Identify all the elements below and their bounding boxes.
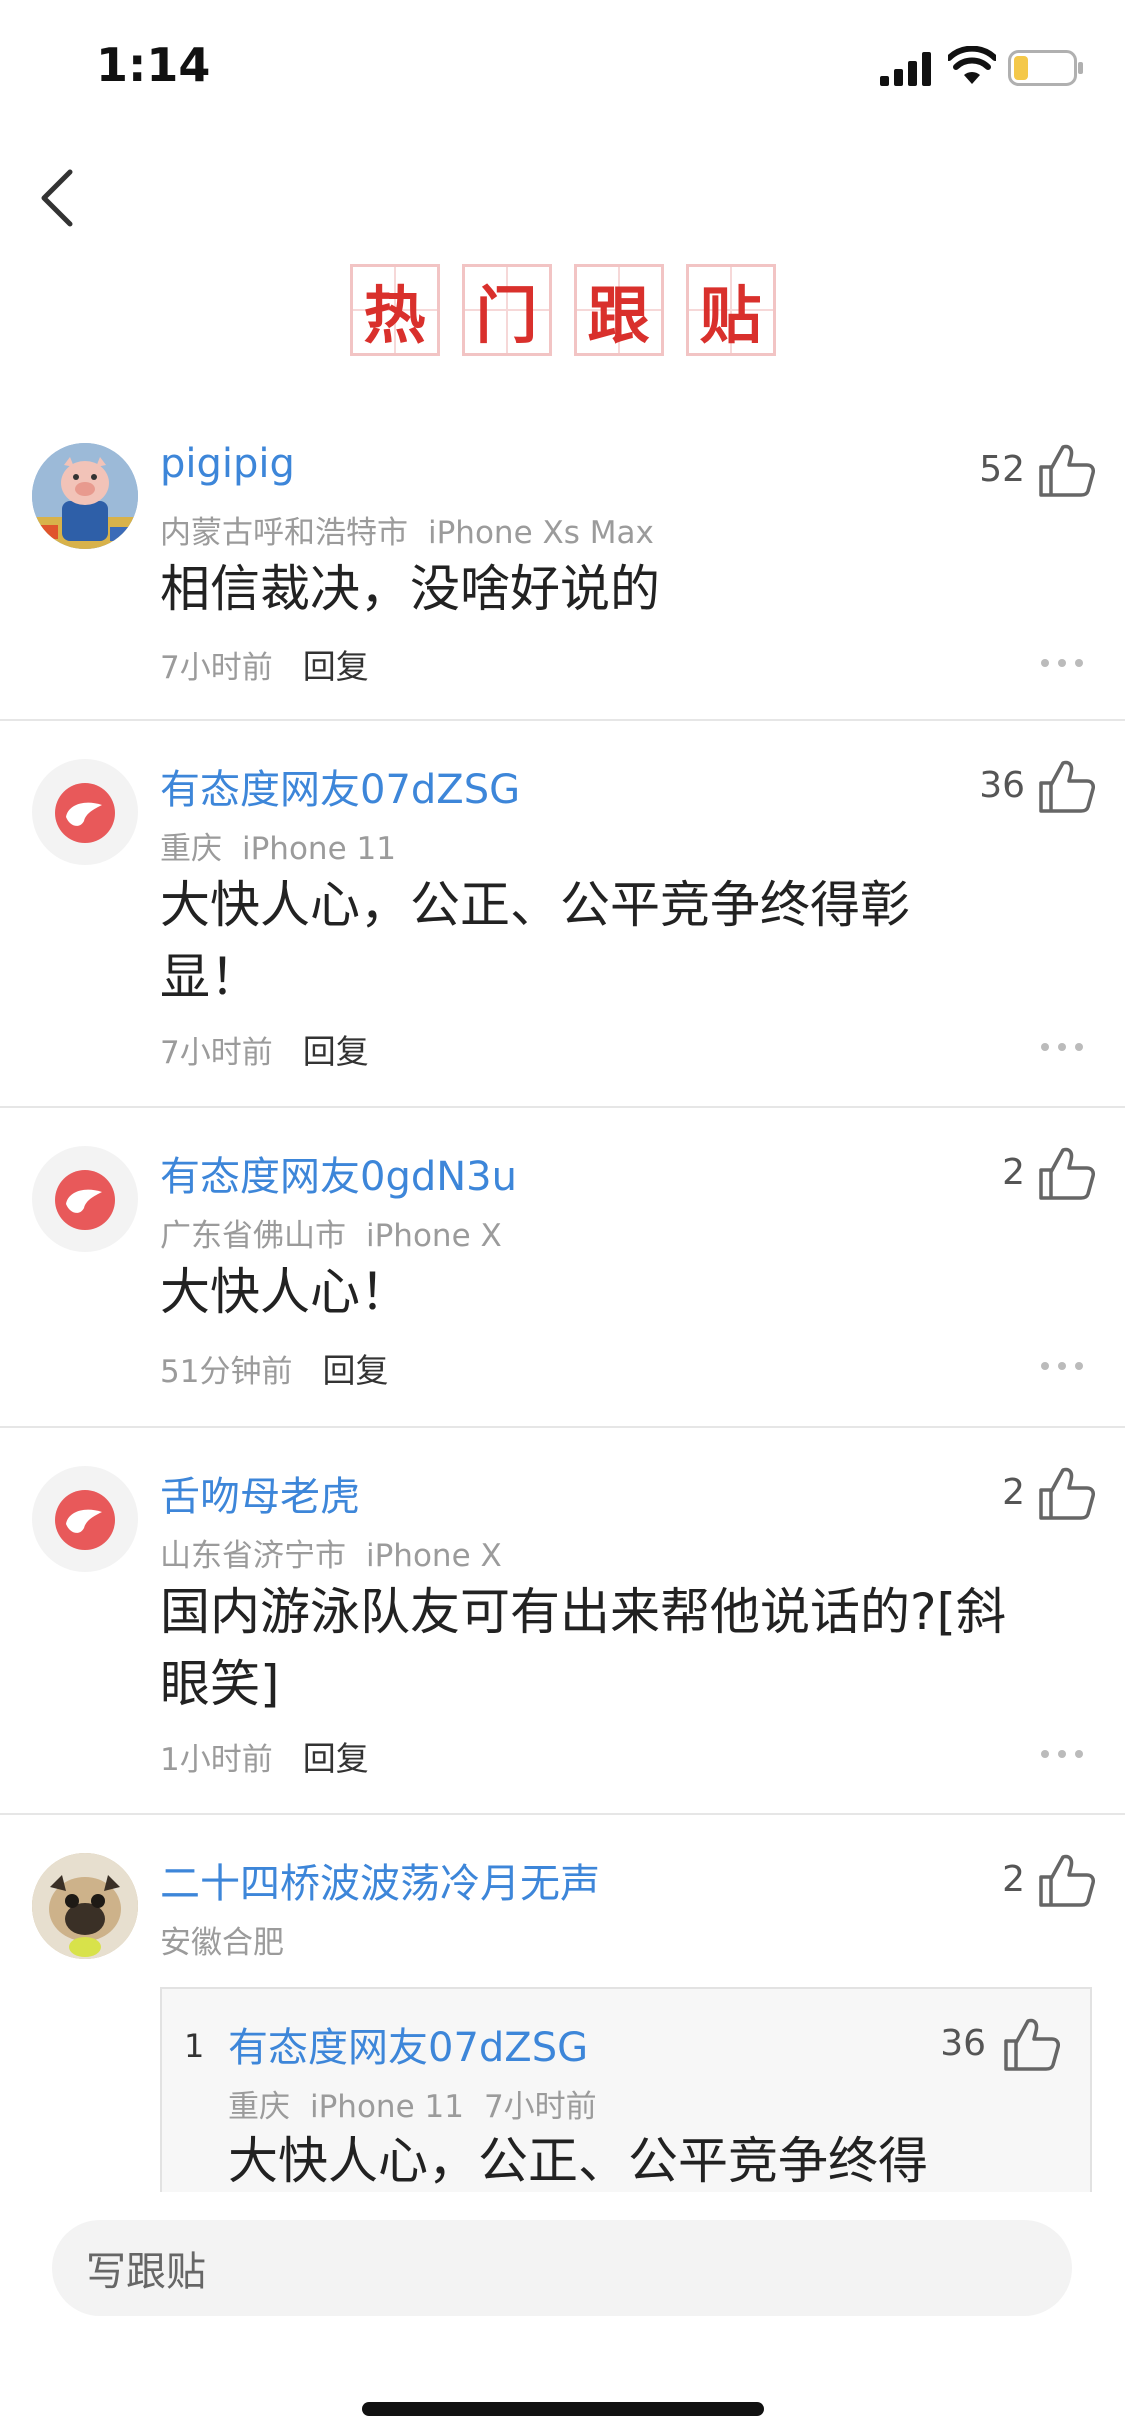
- comment-content: 相信裁决，没啥好说的: [160, 560, 660, 618]
- netease-logo-icon: [55, 1170, 115, 1230]
- app-screen: 1:14 热 门 跟 贴 pigipig 内蒙古呼和浩特市 iPhone Xs …: [0, 0, 1125, 2436]
- comment-time: 7小时前: [160, 650, 273, 686]
- reply-button[interactable]: 回复: [322, 1351, 388, 1390]
- bottom-bar: 写跟贴: [0, 2192, 1125, 2436]
- comment-location: 山东省济宁市: [160, 1538, 346, 1574]
- back-button[interactable]: [30, 160, 90, 236]
- comment-location: 内蒙古呼和浩特市: [160, 515, 408, 551]
- quoted-username[interactable]: 有态度网友07dZSG: [228, 2015, 588, 2073]
- title-char: 贴: [685, 264, 776, 356]
- like-count: 36: [979, 765, 1025, 806]
- comment-time-row: 7小时前 回复: [160, 640, 369, 688]
- comment-meta: 广东省佛山市 iPhone X: [160, 1210, 502, 1255]
- comment-username[interactable]: 二十四桥波波荡冷月无声: [160, 1851, 600, 1909]
- comment-item: 舌吻母老虎 山东省济宁市 iPhone X 国内游泳队友可有出来帮他说话的?[斜眼…: [0, 1428, 1125, 1815]
- user-avatar[interactable]: [32, 1466, 138, 1572]
- comment-time: 7小时前: [160, 1035, 273, 1071]
- quoted-content: 大快人心，公正、公平竞争终得: [228, 2132, 928, 2190]
- thumbs-up-icon[interactable]: [1037, 1851, 1095, 1909]
- thumbs-up-icon[interactable]: [1037, 441, 1095, 499]
- quoted-location: 重庆: [228, 2089, 290, 2125]
- comment-time-row: 1小时前 回复: [160, 1732, 369, 1780]
- comment-location: 广东省佛山市: [160, 1218, 346, 1254]
- user-avatar[interactable]: [32, 1853, 138, 1959]
- more-options-icon[interactable]: [1039, 657, 1085, 669]
- thumbs-up-icon[interactable]: [1037, 757, 1095, 815]
- reply-button[interactable]: 回复: [303, 647, 369, 686]
- quoted-like-count: 36: [940, 2023, 986, 2064]
- comment-username[interactable]: 舌吻母老虎: [160, 1464, 360, 1522]
- like-count: 2: [1002, 1152, 1025, 1193]
- comment-meta: 山东省济宁市 iPhone X: [160, 1530, 502, 1575]
- thumbs-up-icon[interactable]: [1037, 1144, 1095, 1202]
- quoted-time: 7小时前: [483, 2089, 597, 2125]
- like-count: 2: [1002, 1472, 1025, 1513]
- comment-time-row: 51分钟前 回复: [160, 1344, 388, 1392]
- like-count: 52: [979, 449, 1025, 490]
- user-avatar[interactable]: [32, 759, 138, 865]
- cellular-signal-icon: [880, 52, 931, 86]
- comment-device: iPhone 11: [242, 831, 396, 867]
- comment-location: 安徽合肥: [160, 1925, 284, 1961]
- comment-content: 大快人心，公正、公平竞争终得彰显！: [160, 876, 910, 1006]
- comment-item: pigipig 内蒙古呼和浩特市 iPhone Xs Max 相信裁决，没啥好说的…: [0, 425, 1125, 721]
- wifi-icon: [948, 46, 996, 84]
- more-options-icon[interactable]: [1039, 1360, 1085, 1372]
- page-title: 热 门 跟 贴: [0, 264, 1125, 356]
- comment-username[interactable]: 有态度网友0gdN3u: [160, 1144, 517, 1202]
- comment-item: 二十四桥波波荡冷月无声 安徽合肥 2 1 有态度网友07dZSG 重庆 iPhon…: [0, 1815, 1125, 2235]
- like-count: 2: [1002, 1859, 1025, 1900]
- comment-device: iPhone X: [366, 1218, 502, 1254]
- comment-device: iPhone Xs Max: [428, 515, 654, 551]
- reply-button[interactable]: 回复: [303, 1032, 369, 1071]
- comment-content: 大快人心！: [160, 1263, 410, 1321]
- comment-meta: 安徽合肥: [160, 1917, 284, 1962]
- write-comment-input[interactable]: 写跟贴: [52, 2220, 1072, 2316]
- status-bar: 1:14: [0, 0, 1125, 132]
- netease-logo-icon: [55, 1490, 115, 1550]
- comment-item: 有态度网友07dZSG 重庆 iPhone 11 大快人心，公正、公平竞争终得彰显…: [0, 721, 1125, 1108]
- more-options-icon[interactable]: [1039, 1041, 1085, 1053]
- battery-icon: [1008, 50, 1083, 86]
- quoted-index: 1: [184, 2027, 205, 2065]
- quoted-device: iPhone 11: [310, 2089, 464, 2125]
- reply-button[interactable]: 回复: [303, 1739, 369, 1778]
- comment-meta: 重庆 iPhone 11: [160, 823, 396, 868]
- title-char: 跟: [573, 264, 664, 356]
- comment-device: iPhone X: [366, 1538, 502, 1574]
- write-comment-placeholder: 写跟贴: [86, 2249, 206, 2295]
- more-options-icon[interactable]: [1039, 1748, 1085, 1760]
- comment-username[interactable]: pigipig: [160, 441, 295, 487]
- comment-time: 1小时前: [160, 1742, 273, 1778]
- pug-avatar-image: [32, 1853, 138, 1959]
- comment-time: 51分钟前: [160, 1354, 293, 1390]
- quoted-meta: 重庆 iPhone 11 7小时前: [228, 2081, 597, 2126]
- pig-avatar-image: [32, 443, 138, 549]
- title-char: 热: [349, 264, 440, 356]
- comment-username[interactable]: 有态度网友07dZSG: [160, 757, 520, 815]
- user-avatar[interactable]: [32, 1146, 138, 1252]
- netease-logo-icon: [55, 783, 115, 843]
- thumbs-up-icon[interactable]: [1002, 2015, 1060, 2073]
- comment-location: 重庆: [160, 831, 222, 867]
- home-indicator[interactable]: [362, 2402, 764, 2416]
- title-char: 门: [461, 264, 552, 356]
- comment-meta: 内蒙古呼和浩特市 iPhone Xs Max: [160, 507, 654, 552]
- status-time: 1:14: [96, 38, 211, 92]
- thumbs-up-icon[interactable]: [1037, 1464, 1095, 1522]
- quoted-comment-box[interactable]: 1 有态度网友07dZSG 重庆 iPhone 11 7小时前 大快人心，公正、公平…: [160, 1987, 1092, 2227]
- comment-list: pigipig 内蒙古呼和浩特市 iPhone Xs Max 相信裁决，没啥好说的…: [0, 425, 1125, 2235]
- comment-item: 有态度网友0gdN3u 广东省佛山市 iPhone X 大快人心！ 51分钟前 回复…: [0, 1108, 1125, 1428]
- comment-time-row: 7小时前 回复: [160, 1025, 369, 1073]
- comment-content: 国内游泳队友可有出来帮他说话的?[斜眼笑]: [160, 1583, 1007, 1713]
- user-avatar[interactable]: [32, 443, 138, 549]
